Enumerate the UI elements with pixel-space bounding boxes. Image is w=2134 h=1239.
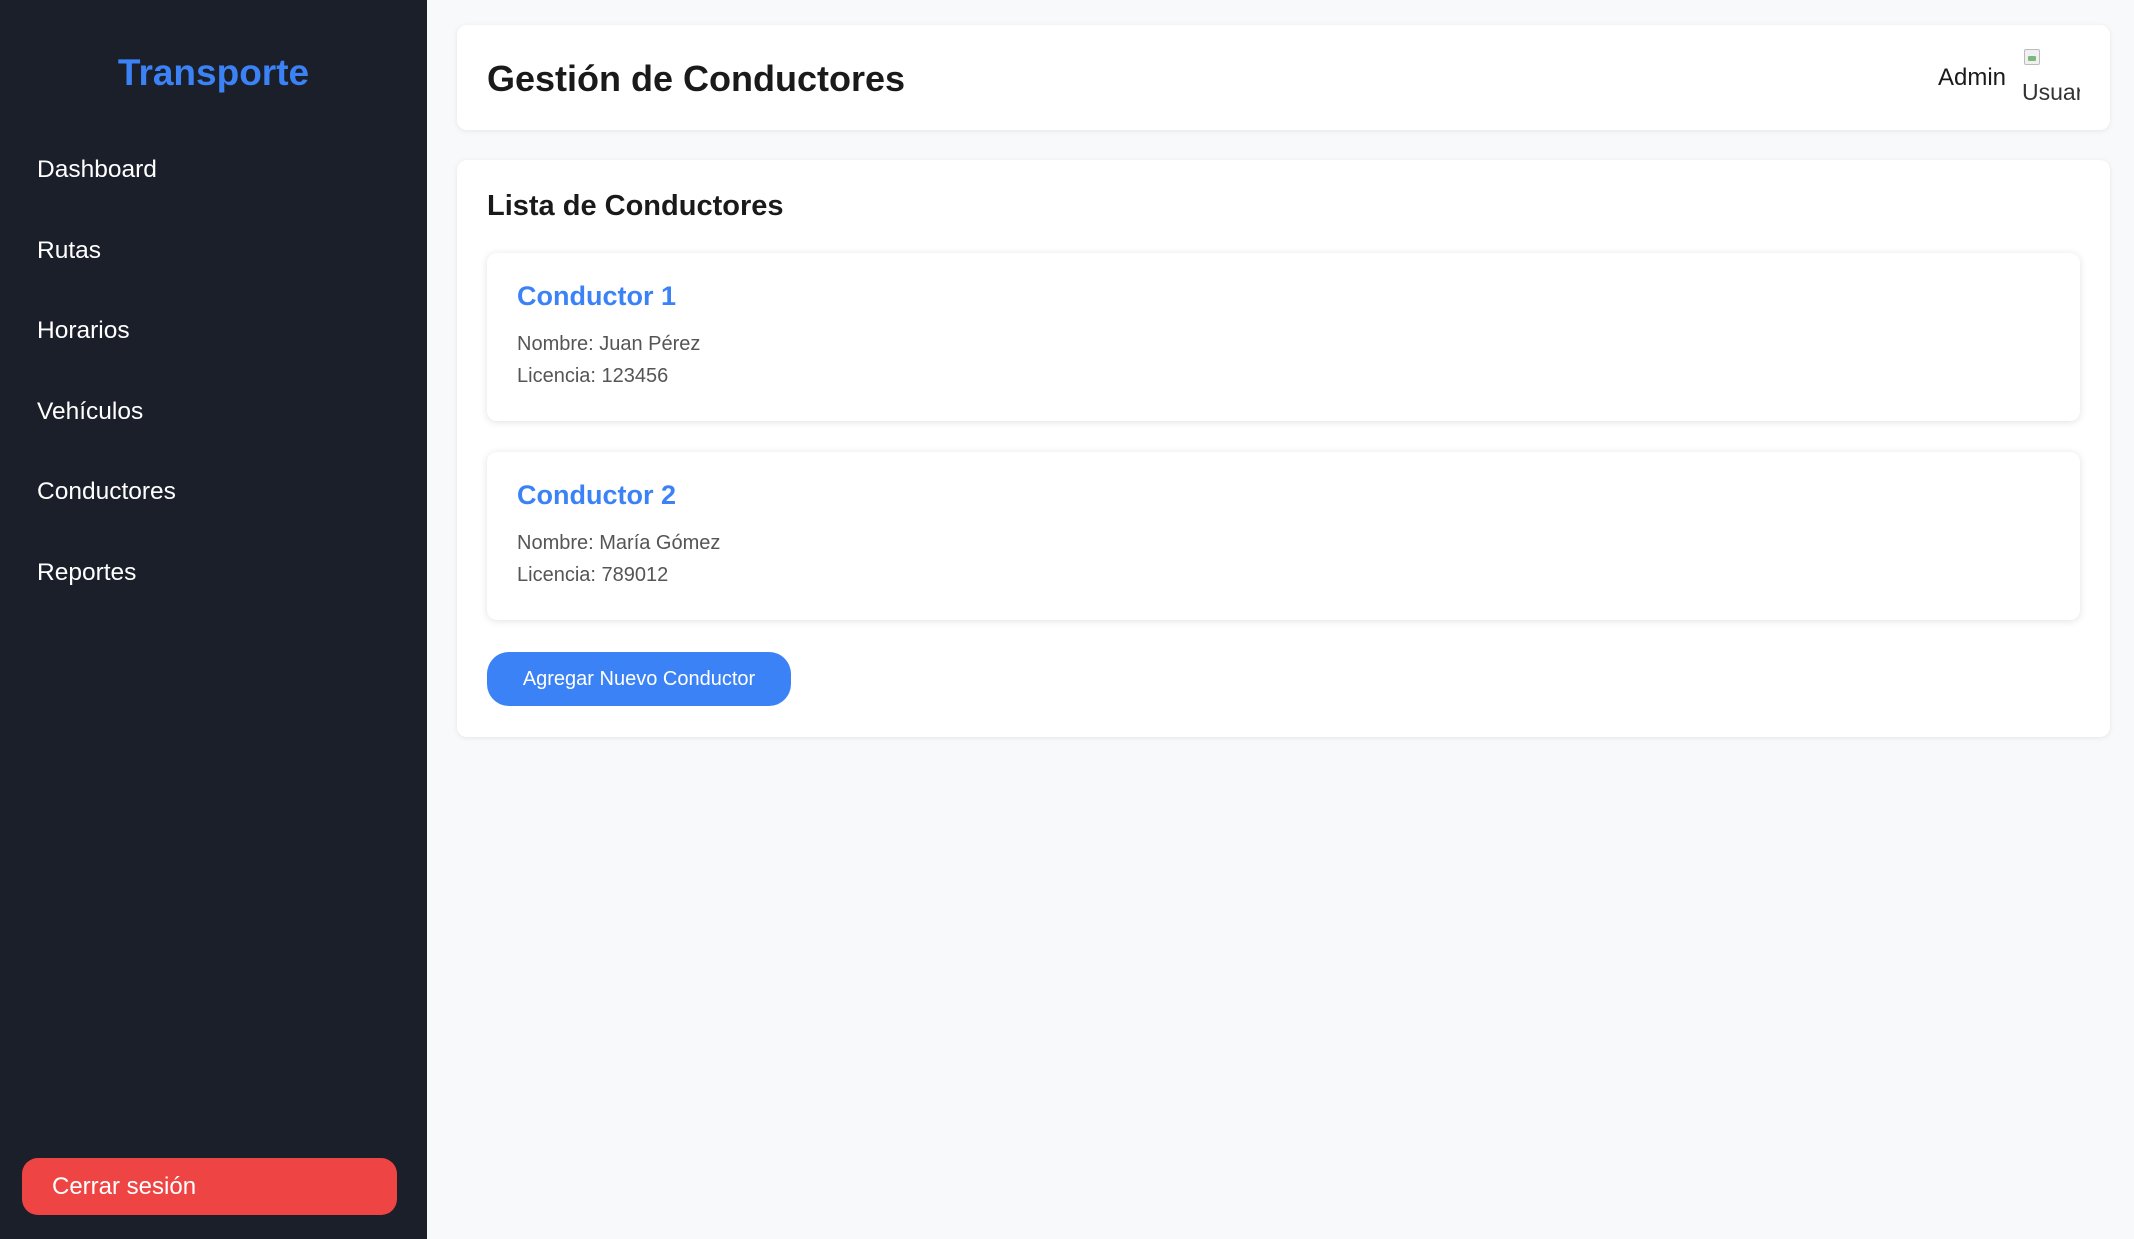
user-name: Admin <box>1937 63 2006 91</box>
drivers-panel: Lista de Conductores Conductor 1 Nombre:… <box>457 160 2110 737</box>
driver-name: Nombre: Juan Pérez <box>517 333 701 355</box>
avatar-alt-text: Usuario <box>2022 78 2080 105</box>
driver-license: Licencia: 789012 <box>517 564 669 586</box>
driver-card: Conductor 2 Nombre: María Gómez Licencia… <box>487 452 2080 620</box>
add-driver-button[interactable]: Agregar Nuevo Conductor <box>487 652 791 706</box>
app-root: Transporte Dashboard Rutas Horarios Vehí… <box>0 0 2134 1239</box>
driver-card: Conductor 1 Nombre: Juan Pérez Licencia:… <box>487 253 2080 421</box>
section-title: Lista de Conductores <box>487 190 784 222</box>
driver-card-title: Conductor 1 <box>517 281 676 311</box>
sidebar: Transporte Dashboard Rutas Horarios Vehí… <box>0 0 427 1239</box>
page-header: Gestión de Conductores Admin Usuario <box>457 25 2110 130</box>
logout-button[interactable]: Cerrar sesión <box>22 1158 397 1215</box>
sidebar-item-reportes[interactable]: Reportes <box>0 553 427 634</box>
driver-card-title: Conductor 2 <box>517 480 676 510</box>
sidebar-item-conductores[interactable]: Conductores <box>0 472 427 553</box>
driver-name: Nombre: María Gómez <box>517 532 721 554</box>
main-content: Gestión de Conductores Admin Usuario Lis… <box>427 0 2134 1239</box>
sidebar-item-dashboard[interactable]: Dashboard <box>0 150 427 231</box>
sidebar-item-horarios[interactable]: Horarios <box>0 311 427 392</box>
user-menu[interactable]: Admin Usuario <box>1937 48 2080 107</box>
broken-image-icon <box>2024 48 2040 65</box>
sidebar-item-vehiculos[interactable]: Vehículos <box>0 392 427 473</box>
brand-logo[interactable]: Transporte <box>0 52 427 94</box>
sidebar-nav: Dashboard Rutas Horarios Vehículos Condu… <box>0 150 427 633</box>
avatar[interactable]: Usuario <box>2022 48 2080 107</box>
page-title: Gestión de Conductores <box>487 58 906 99</box>
driver-license: Licencia: 123456 <box>517 365 669 387</box>
sidebar-item-rutas[interactable]: Rutas <box>0 231 427 312</box>
